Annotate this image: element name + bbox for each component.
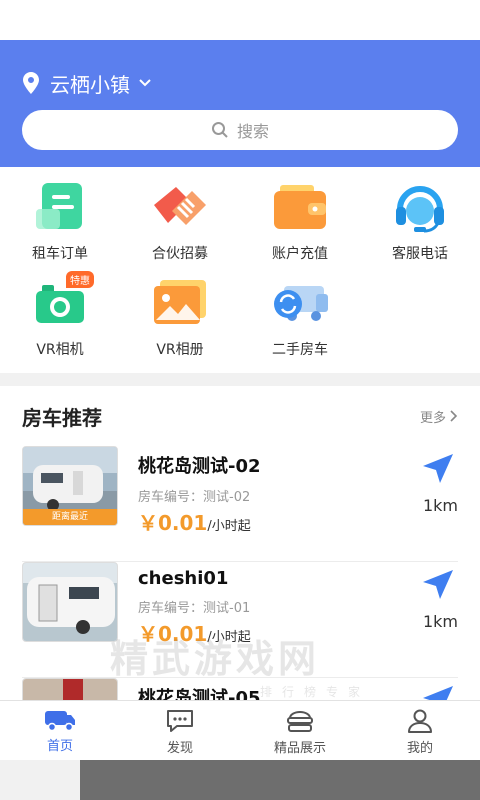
system-bar — [80, 760, 480, 800]
used-rv-icon — [270, 277, 330, 329]
grid-label: 二手房车 — [272, 342, 328, 358]
headset-icon — [390, 181, 450, 233]
rv-price: ￥0.01/小时起 — [138, 507, 458, 536]
rv-distance: 1km — [422, 496, 458, 515]
rv-home-icon — [45, 711, 75, 731]
navigate-button[interactable] — [418, 452, 458, 490]
grid-item-used-rv[interactable]: 二手房车 — [240, 277, 360, 373]
tab-label: 首页 — [46, 739, 73, 754]
navigate-button[interactable] — [418, 684, 458, 700]
tab-label: 发现 — [166, 741, 193, 756]
order-doc-icon — [30, 181, 90, 233]
rv-thumbnail — [22, 678, 118, 700]
rv-name: 桃花岛测试-02 — [138, 456, 261, 477]
more-link[interactable]: 更多 — [420, 407, 458, 426]
rv-code: 房车编号：测试-02 — [138, 490, 251, 505]
more-label: 更多 — [419, 410, 446, 426]
wallet-icon — [270, 181, 330, 233]
grid-label: VR相册 — [156, 342, 204, 358]
header: 云栖小镇 搜索 — [0, 40, 480, 167]
rv-thumbnail — [22, 562, 118, 642]
status-bar — [0, 0, 480, 40]
navigation-arrow-icon — [423, 570, 453, 599]
grid-item-vr-camera[interactable]: 特惠 VR相机 — [0, 271, 120, 373]
grid-label: VR相机 — [36, 342, 84, 358]
rv-distance: 1km — [422, 612, 458, 631]
photo-album-icon — [150, 277, 210, 329]
function-grid: 租车订单 合伙招募 账户充值 客服电话 特惠 VR相机 VR相册 二手房车 — [0, 167, 480, 373]
grid-label: 租车订单 — [32, 246, 88, 262]
price-amount: ￥0.01 — [138, 511, 208, 535]
rv-card[interactable]: 距离最近 桃花岛测试-02 房车编号：测试-02 ￥0.01/小时起 1km — [22, 446, 458, 562]
rv-thumbnail: 距离最近 — [22, 446, 118, 526]
grid-item-vr-album[interactable]: VR相册 — [120, 277, 240, 373]
watermark-subtext: 排行榜专家 — [260, 685, 371, 699]
grid-item-partner-recruit[interactable]: 合伙招募 — [120, 181, 240, 277]
showcase-icon — [287, 711, 313, 732]
grid-label: 账户充值 — [272, 246, 328, 262]
tab-home[interactable]: 首页 — [0, 701, 120, 760]
location-selector[interactable]: 云栖小镇 — [22, 68, 458, 98]
tab-discover[interactable]: 发现 — [120, 701, 240, 760]
location-name: 云栖小镇 — [50, 72, 130, 97]
tab-label: 精品展示 — [273, 741, 326, 756]
tab-mine[interactable]: 我的 — [360, 701, 480, 760]
bottom-tab-bar: 首页 发现 精品展示 我的 — [0, 700, 480, 760]
search-placeholder: 搜索 — [236, 122, 269, 141]
search-icon — [211, 122, 228, 138]
rv-name: cheshi01 — [138, 568, 229, 589]
search-input[interactable]: 搜索 — [22, 110, 458, 150]
tab-label: 我的 — [406, 741, 433, 756]
rv-code: 房车编号：测试-01 — [138, 601, 251, 616]
grid-label: 合伙招募 — [152, 246, 208, 262]
watermark-text: 精武游戏网 — [110, 637, 321, 681]
price-unit: /小时起 — [207, 519, 251, 534]
grid-item-account-topup[interactable]: 账户充值 — [240, 181, 360, 277]
nearest-tag: 距离最近 — [23, 509, 117, 525]
promo-badge: 特惠 — [66, 271, 94, 288]
navigation-arrow-icon — [423, 454, 453, 483]
grid-label: 客服电话 — [392, 246, 448, 262]
tab-showcase[interactable]: 精品展示 — [240, 701, 360, 760]
handshake-icon — [150, 181, 210, 233]
location-pin-icon — [23, 72, 39, 94]
user-icon — [408, 709, 432, 733]
chat-bubble-icon — [167, 710, 193, 732]
grid-item-rental-orders[interactable]: 租车订单 — [0, 181, 120, 277]
navigate-button[interactable] — [418, 568, 458, 606]
chevron-right-icon — [450, 410, 458, 422]
chevron-down-icon — [139, 79, 151, 87]
section-title: 房车推荐 — [22, 405, 102, 430]
grid-item-customer-service[interactable]: 客服电话 — [360, 181, 480, 277]
navigation-arrow-icon — [423, 686, 453, 700]
watermark: 精武游戏网 排行榜专家 — [110, 628, 370, 700]
camera-icon: 特惠 — [30, 271, 94, 329]
